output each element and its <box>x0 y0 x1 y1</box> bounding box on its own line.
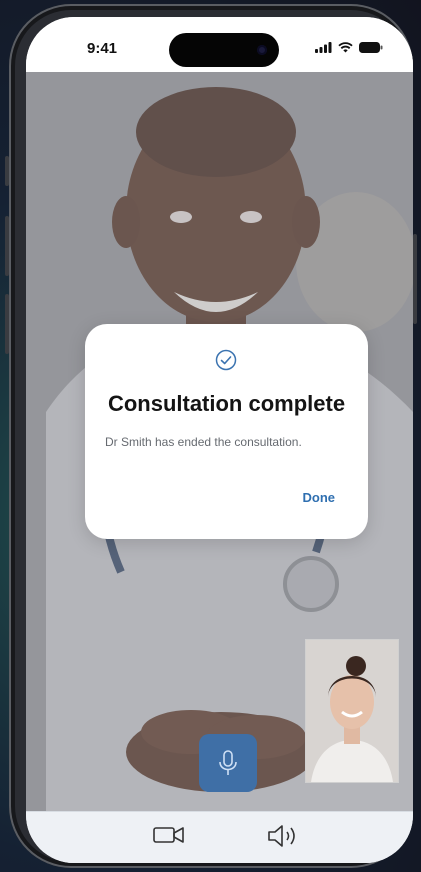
self-view-figure <box>306 640 398 782</box>
status-icons <box>315 42 383 53</box>
dialog-message: Dr Smith has ended the consultation. <box>105 435 302 449</box>
volume-down-button <box>5 294 9 354</box>
dialog-title: Consultation complete <box>107 391 346 416</box>
consultation-complete-dialog: Consultation complete Dr Smith has ended… <box>85 324 368 539</box>
wifi-icon <box>338 42 353 53</box>
battery-icon <box>359 42 383 53</box>
power-button <box>413 234 417 324</box>
self-view[interactable] <box>305 639 399 783</box>
volume-up-button <box>5 216 9 276</box>
camera-toggle-button[interactable] <box>153 824 185 851</box>
front-camera-icon <box>257 45 267 55</box>
check-circle-icon <box>215 349 237 376</box>
call-toolbar <box>26 811 413 863</box>
cellular-signal-icon <box>315 42 332 53</box>
phone-frame: 9:41 Consultation complete Dr Smith has … <box>5 4 417 868</box>
video-camera-icon <box>153 827 184 843</box>
speaker-toggle-button[interactable] <box>267 824 299 853</box>
microphone-icon <box>219 750 237 775</box>
speaker-icon <box>268 825 295 847</box>
mute-button[interactable] <box>199 734 257 792</box>
status-bar: 9:41 <box>26 17 413 72</box>
done-button[interactable]: Done <box>303 490 336 505</box>
action-button <box>5 156 9 186</box>
dynamic-island <box>169 33 279 67</box>
status-time: 9:41 <box>87 40 118 57</box>
phone-screen: 9:41 Consultation complete Dr Smith has … <box>26 17 413 863</box>
